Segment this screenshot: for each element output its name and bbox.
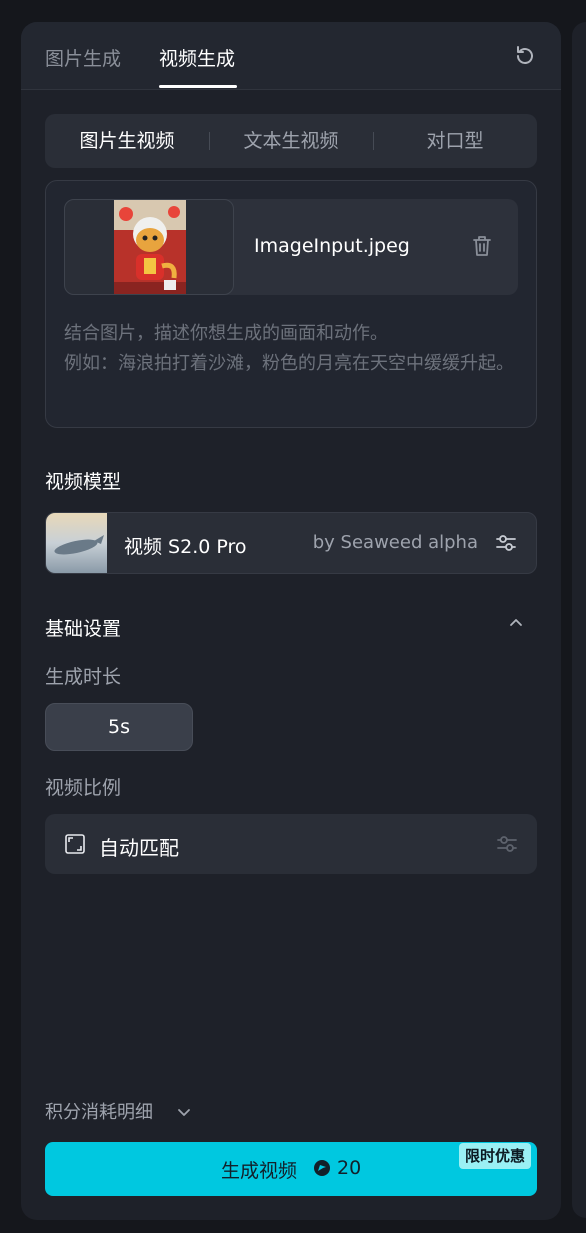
- refresh-icon[interactable]: [513, 44, 537, 68]
- prompt-input-box[interactable]: ImageInput.jpeg 结合图片，描述你想生成的画面和动作。 例如：海浪…: [45, 180, 537, 428]
- points-detail-link[interactable]: 积分消耗明细: [45, 1098, 153, 1124]
- duration-option-5s[interactable]: 5s: [45, 703, 193, 751]
- aspect-ratio-icon: [65, 834, 85, 854]
- generation-mode-switch: 图片生视频 文本生视频 对口型: [45, 114, 537, 168]
- credit-cost: 20: [337, 1157, 362, 1179]
- panel-header: 图片生成 视频生成: [21, 22, 561, 90]
- mode-lip-sync[interactable]: 对口型: [373, 114, 537, 168]
- prompt-line: 结合图片，描述你想生成的画面和动作。: [64, 323, 388, 344]
- uploaded-file-card: ImageInput.jpeg: [64, 199, 518, 295]
- model-name: 视频 S2.0 Pro: [124, 536, 247, 558]
- prompt-placeholder[interactable]: 结合图片，描述你想生成的画面和动作。 例如：海浪拍打着沙滩，粉色的月亮在天空中缓…: [64, 319, 520, 379]
- sliders-icon[interactable]: [495, 832, 519, 856]
- basic-settings-title: 基础设置: [45, 618, 122, 640]
- credit-icon: [314, 1160, 330, 1176]
- tab-image-generation[interactable]: 图片生成: [45, 44, 121, 71]
- ratio-selector[interactable]: 自动匹配: [45, 814, 537, 874]
- image-thumbnail-frame[interactable]: [64, 199, 234, 295]
- generation-panel: 图片生成 视频生成 图片生视频 文本生视频 对口型 ImageInput.jpe…: [21, 22, 561, 1220]
- ratio-value: 自动匹配: [99, 836, 179, 860]
- model-provider: by Seaweed alpha: [312, 532, 478, 553]
- uploaded-image-thumbnail: [114, 200, 186, 294]
- file-name: ImageInput.jpeg: [254, 235, 410, 257]
- chevron-down-icon[interactable]: [176, 1104, 192, 1120]
- video-model-title: 视频模型: [45, 471, 122, 493]
- generate-label: 生成视频: [221, 1160, 298, 1182]
- adjacent-panel-edge: [572, 22, 586, 1218]
- tab-video-generation[interactable]: 视频生成: [159, 44, 235, 71]
- model-selector[interactable]: 视频 S2.0 Pro by Seaweed alpha: [45, 512, 537, 574]
- model-thumbnail: [46, 513, 107, 573]
- duration-label: 生成时长: [45, 666, 122, 688]
- sliders-icon[interactable]: [494, 531, 518, 555]
- mode-image-to-video[interactable]: 图片生视频: [45, 114, 209, 168]
- prompt-line: 例如：海浪拍打着沙滩，粉色的月亮在天空中缓缓升起。: [64, 353, 514, 374]
- trash-icon[interactable]: [472, 235, 492, 257]
- ratio-label: 视频比例: [45, 777, 122, 799]
- promo-badge: 限时优惠: [459, 1143, 532, 1169]
- mode-text-to-video[interactable]: 文本生视频: [209, 114, 373, 168]
- active-tab-indicator: [159, 85, 237, 88]
- chevron-up-icon[interactable]: [507, 614, 525, 632]
